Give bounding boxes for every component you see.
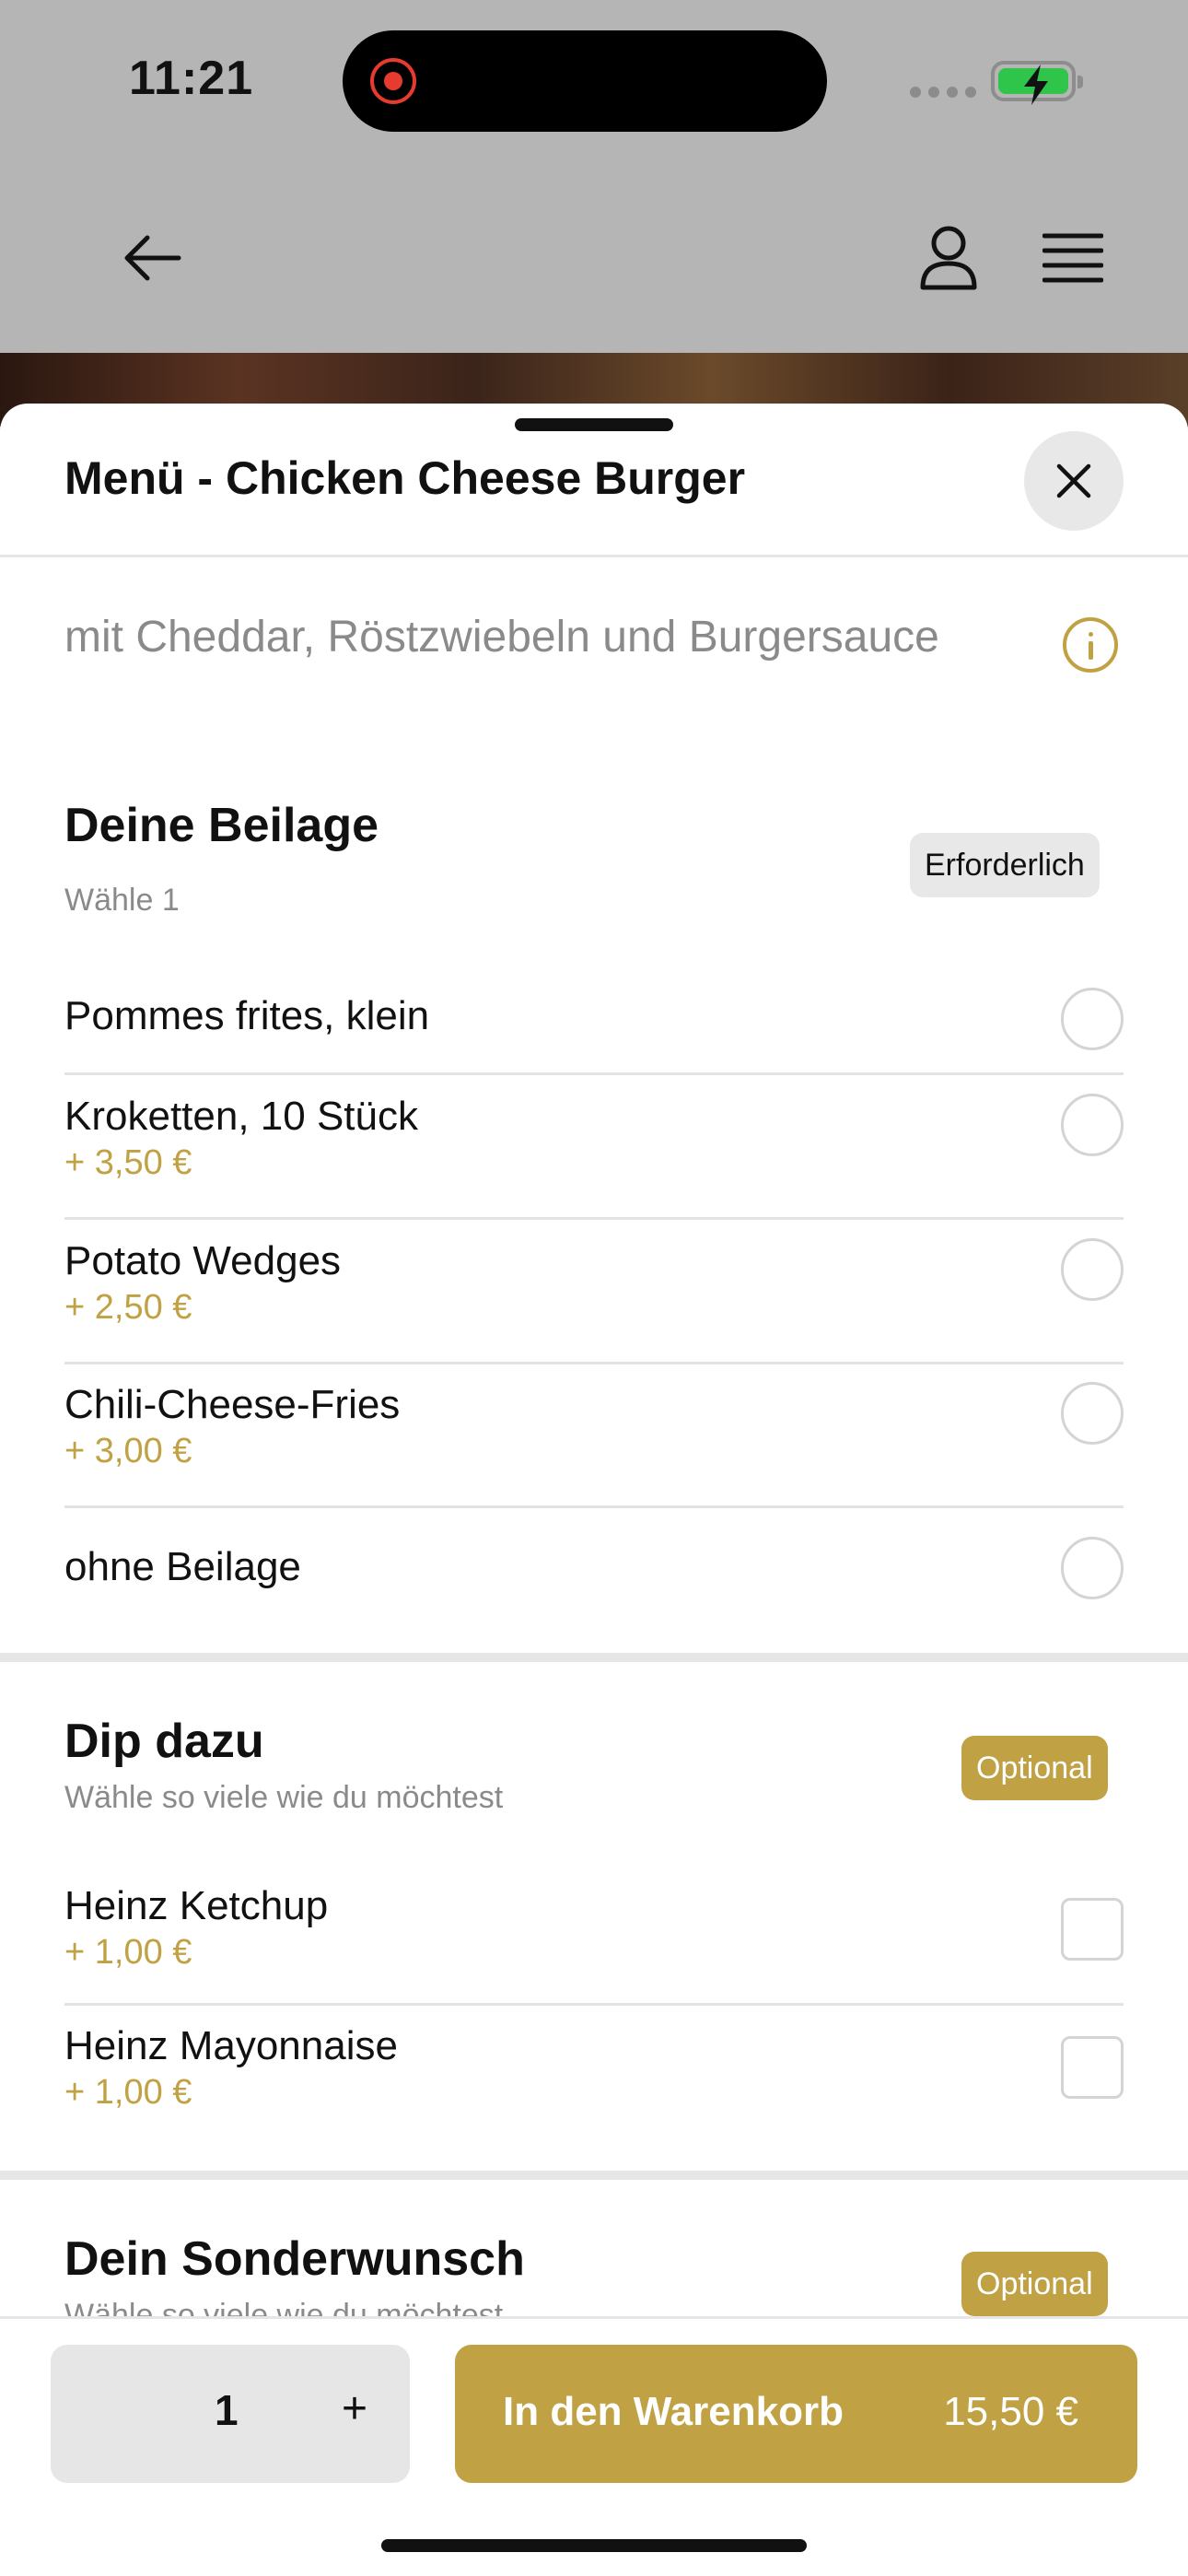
section-title: Deine Beilage — [64, 799, 379, 852]
option-kroketten[interactable]: Kroketten, 10 Stück + 3,50 € — [64, 1075, 1124, 1220]
option-name: Heinz Ketchup — [64, 1883, 329, 1928]
sheet-grabber[interactable] — [515, 418, 673, 431]
option-price: + 1,00 € — [64, 1933, 192, 1972]
option-name: Potato Wedges — [64, 1238, 342, 1283]
option-chili-cheese-fries[interactable]: Chili-Cheese-Fries + 3,00 € — [64, 1364, 1124, 1508]
option-name: Kroketten, 10 Stück — [64, 1094, 418, 1139]
signal-icon — [910, 87, 976, 98]
recording-icon — [370, 58, 416, 104]
add-to-cart-button[interactable]: In den Warenkorb 15,50 € — [455, 2345, 1137, 2483]
required-badge: Erforderlich — [910, 833, 1100, 897]
quantity-stepper: 1 + — [51, 2345, 410, 2483]
section-subtitle: Wähle 1 — [64, 883, 180, 918]
section-title: Dein Sonderwunsch — [64, 2232, 525, 2286]
divider — [0, 555, 1188, 557]
status-time: 11:21 — [129, 52, 254, 105]
option-price: + 3,50 € — [64, 1143, 192, 1182]
section-divider — [0, 2171, 1188, 2180]
option-heinz-mayonnaise[interactable]: Heinz Mayonnaise + 1,00 € — [64, 2005, 1124, 2139]
battery-icon — [991, 61, 1083, 105]
product-sheet: Menü - Chicken Cheese Burger mit Cheddar… — [0, 404, 1188, 2576]
section-title: Dip dazu — [64, 1715, 264, 1768]
option-price: + 3,00 € — [64, 1432, 192, 1470]
option-pommes[interactable]: Pommes frites, klein — [64, 975, 1124, 1075]
checkbox[interactable] — [1061, 2036, 1124, 2099]
option-name: Pommes frites, klein — [64, 993, 430, 1038]
option-price: + 2,50 € — [64, 1288, 192, 1327]
radio-button[interactable] — [1061, 1537, 1124, 1599]
bottom-action-bar: 1 + In den Warenkorb 15,50 € — [0, 2316, 1188, 2576]
option-name: Heinz Mayonnaise — [64, 2023, 398, 2068]
status-bar: 11:21 — [0, 0, 1188, 166]
dynamic-island — [343, 30, 827, 132]
cart-button-label: In den Warenkorb — [503, 2389, 844, 2434]
info-icon[interactable] — [1063, 617, 1118, 673]
hamburger-menu-icon[interactable] — [1042, 230, 1104, 286]
product-description: mit Cheddar, Röstzwiebeln und Burgersauc… — [64, 613, 939, 662]
profile-icon[interactable] — [919, 225, 978, 291]
optional-badge: Optional — [961, 2252, 1108, 2316]
radio-button[interactable] — [1061, 1238, 1124, 1301]
home-indicator[interactable] — [381, 2539, 807, 2552]
sheet-title: Menü - Chicken Cheese Burger — [64, 452, 746, 504]
close-icon — [1056, 463, 1091, 498]
option-name: ohne Beilage — [64, 1544, 301, 1589]
radio-button[interactable] — [1061, 988, 1124, 1050]
plus-button[interactable]: + — [327, 2382, 382, 2437]
option-heinz-ketchup[interactable]: Heinz Ketchup + 1,00 € — [64, 1870, 1124, 2006]
option-potato-wedges[interactable]: Potato Wedges + 2,50 € — [64, 1220, 1124, 1364]
optional-badge: Optional — [961, 1736, 1108, 1800]
cart-total-price: 15,50 € — [943, 2389, 1078, 2434]
option-price: + 1,00 € — [64, 2073, 192, 2112]
quantity-value: 1 — [215, 2386, 239, 2434]
radio-button[interactable] — [1061, 1382, 1124, 1445]
section-divider — [0, 1653, 1188, 1662]
radio-button[interactable] — [1061, 1094, 1124, 1156]
close-button[interactable] — [1024, 431, 1124, 531]
back-arrow-icon[interactable] — [120, 230, 184, 286]
section-subtitle: Wähle so viele wie du möchtest — [64, 1780, 504, 1815]
checkbox[interactable] — [1061, 1898, 1124, 1961]
option-ohne-beilage[interactable]: ohne Beilage — [64, 1507, 1124, 1627]
option-name: Chili-Cheese-Fries — [64, 1382, 401, 1427]
